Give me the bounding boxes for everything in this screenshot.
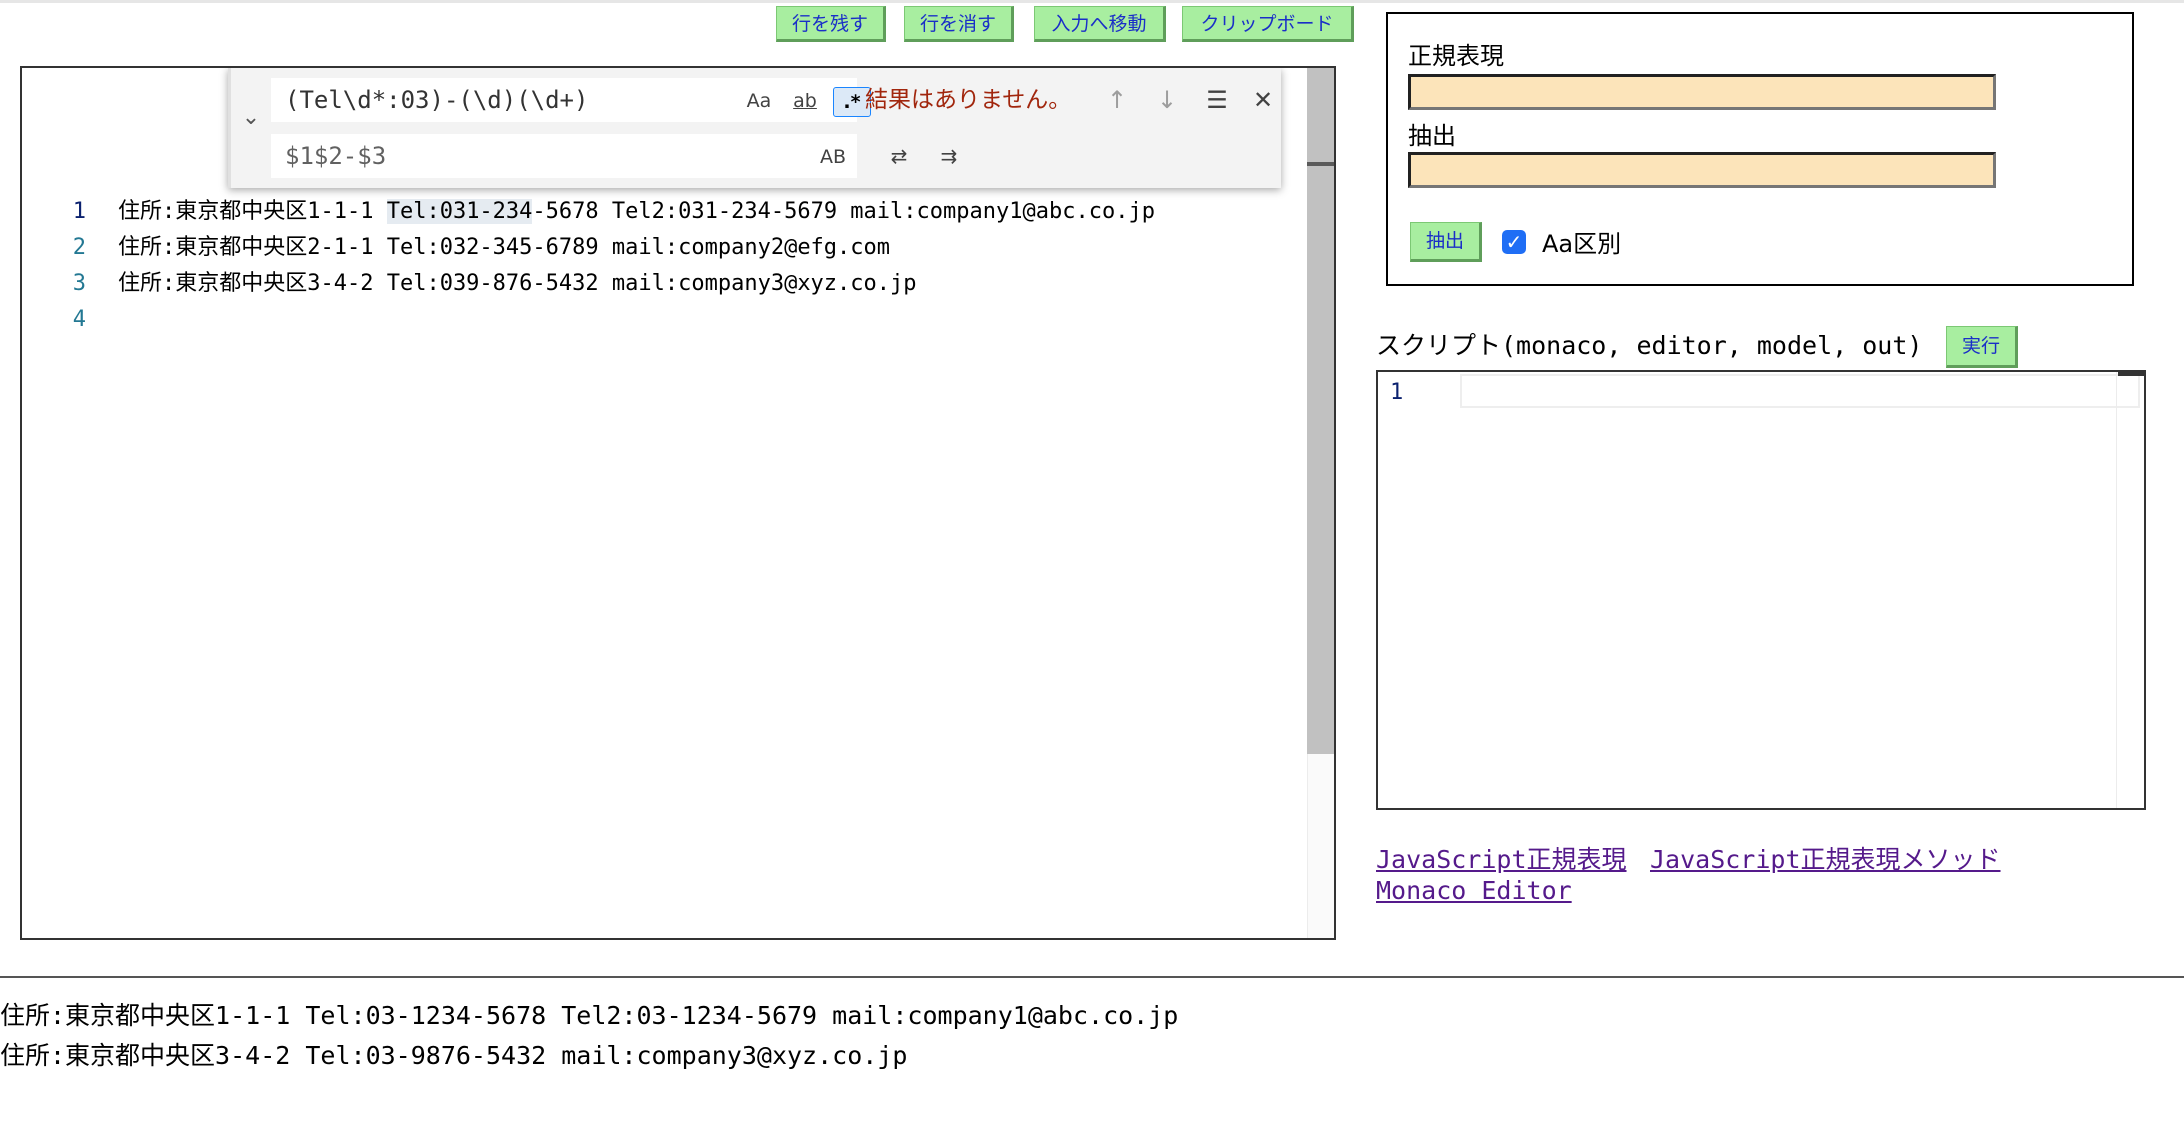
js-regex-methods-link[interactable]: JavaScript正規表現メソッド [1650,840,2001,876]
line-number: 4 [72,307,86,332]
editor-line[interactable]: 4 [22,302,1312,338]
find-input-value: (Tel\d*:03)-(\d)(\d+) [285,86,589,114]
line-text-segment: -5678 Tel2:031-234-5679 mail:company1@ab… [532,199,1155,224]
find-replace-widget: ⌄ (Tel\d*:03)-(\d)(\d+) Aa ab .* 結果はありませ… [228,68,1281,188]
editor-line[interactable]: 2 住所:東京都中央区2-1-1 Tel:032-345-6789 mail:c… [22,230,1312,266]
replace-all-icon[interactable]: ⇉ [929,134,969,178]
replace-one-icon[interactable]: ⇄ [879,134,919,178]
script-current-line[interactable] [1460,374,2140,408]
extract-button[interactable]: 抽出 [1410,222,1482,262]
case-sensitive-label: Aa区別 [1542,230,1622,258]
keep-lines-button[interactable]: 行を残す [776,6,886,42]
script-scroll-marker [2118,372,2144,376]
extract-label: 抽出 [1408,122,1456,150]
editor-line[interactable]: 3 住所:東京都中央区3-4-2 Tel:039-876-5432 mail:c… [22,266,1312,302]
toggle-replace-chevron-icon[interactable]: ⌄ [231,98,271,138]
delete-lines-button[interactable]: 行を消す [904,6,1014,42]
next-match-arrow-down-icon[interactable]: ↓ [1147,78,1187,122]
monaco-editor-link[interactable]: Monaco Editor [1376,876,1572,905]
vertical-scrollbar-thumb[interactable] [1307,68,1334,754]
regex-input[interactable] [1408,74,1996,110]
run-script-button[interactable]: 実行 [1946,326,2018,368]
line-text-segment: 住所:東京都中央区1-1-1 [118,199,387,224]
line-text[interactable]: 住所:東京都中央区2-1-1 Tel:032-345-6789 mail:com… [118,230,890,266]
previous-match-arrow-up-icon[interactable]: ↑ [1097,78,1137,122]
find-result-message: 結果はありません。 [865,87,1072,113]
case-sensitive-checkbox[interactable]: ✓ [1502,230,1526,254]
scrollbar-cursor-marker [1307,162,1334,166]
replace-input-value: $1$2-$3 [285,142,387,170]
main-code-editor[interactable]: 1 住所:東京都中央区1-1-1 Tel:031-234-5678 Tel2:0… [20,66,1336,940]
go-to-input-button[interactable]: 入力へ移動 [1034,6,1166,42]
regex-label: 正規表現 [1408,42,1504,70]
script-editor[interactable]: 1 [1376,370,2146,810]
top-divider [0,0,2184,3]
output-line: 住所:東京都中央区3-4-2 Tel:03-9876-5432 mail:com… [0,1041,908,1070]
line-number: 1 [72,199,86,224]
selection-highlight: Tel:031-234 [386,199,533,224]
match-case-icon[interactable]: Aa [741,87,777,115]
editor-lines: 1 住所:東京都中央区1-1-1 Tel:031-234-5678 Tel2:0… [22,194,1312,338]
find-in-selection-icon[interactable]: ☰ [1197,78,1237,122]
line-text[interactable]: 住所:東京都中央区3-4-2 Tel:039-876-5432 mail:com… [118,266,917,302]
line-number: 2 [72,235,86,260]
output-line: 住所:東京都中央区1-1-1 Tel:03-1234-5678 Tel2:03-… [0,1001,1179,1030]
whole-word-icon[interactable]: ab [785,87,825,115]
editor-line[interactable]: 1 住所:東京都中央区1-1-1 Tel:031-234-5678 Tel2:0… [22,194,1312,230]
output-divider [0,976,2184,978]
line-number: 3 [72,271,86,296]
replace-input[interactable]: $1$2-$3 AB [271,134,857,178]
extract-input[interactable] [1408,152,1996,188]
preserve-case-icon[interactable]: AB [811,143,855,171]
find-input[interactable]: (Tel\d*:03)-(\d)(\d+) Aa ab .* [271,78,871,122]
regex-extract-panel: 正規表現 抽出 抽出 ✓ Aa区別 [1386,12,2134,286]
clipboard-button[interactable]: クリップボード [1182,6,1354,42]
js-regex-link[interactable]: JavaScript正規表現 [1376,840,1627,876]
script-scrollbar-track[interactable] [2116,372,2117,808]
script-line-number: 1 [1390,380,1404,405]
script-label: スクリプト(monaco, editor, model, out) [1376,331,1923,360]
line-text[interactable]: 住所:東京都中央区1-1-1 Tel:031-234-5678 Tel2:031… [118,194,1155,230]
close-icon[interactable]: ✕ [1243,78,1283,122]
